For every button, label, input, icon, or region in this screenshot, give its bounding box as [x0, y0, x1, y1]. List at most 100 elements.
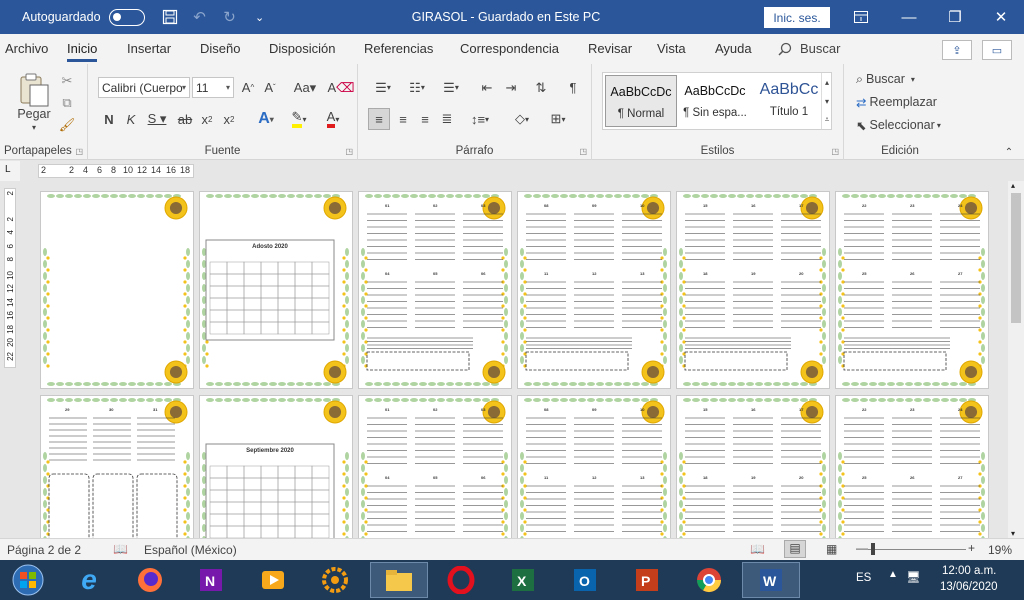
web-layout-icon[interactable]: ▦	[826, 542, 837, 556]
close-icon[interactable]: ✕	[978, 0, 1024, 34]
zoom-slider[interactable]	[868, 549, 966, 550]
replace-button[interactable]: ⇄ Reemplazar	[856, 92, 952, 112]
firefox-icon[interactable]	[121, 562, 179, 598]
chrome-icon[interactable]	[680, 562, 738, 598]
bullets-icon[interactable]: ☰ ▾	[368, 77, 398, 98]
clear-formatting-icon[interactable]: A ⌫	[327, 77, 354, 98]
vertical-ruler[interactable]: 2 2 4 6 8 10 12 14 16 18 20 22	[4, 188, 16, 368]
tab-revisar[interactable]: Revisar	[588, 41, 632, 56]
show-hidden-icons-icon[interactable]: ▲	[888, 569, 898, 580]
outlook-icon[interactable]: O	[556, 562, 614, 598]
multilevel-list-icon[interactable]: ☰ ▾	[436, 77, 466, 98]
document-page[interactable]: 08 09 10 11 12 13	[518, 396, 670, 538]
font-launcher-icon[interactable]: ◳	[345, 147, 353, 156]
print-layout-icon[interactable]: ▤	[784, 540, 806, 558]
tab-ayuda[interactable]: Ayuda	[715, 41, 752, 56]
collapse-ribbon-icon[interactable]: ⌃	[1002, 146, 1016, 158]
redo-icon[interactable]: ↻	[215, 0, 245, 34]
opera-icon[interactable]	[432, 562, 490, 598]
text-effects-icon[interactable]: A ▾	[252, 108, 280, 130]
styles-scroll-down-icon[interactable]: ▾	[821, 92, 832, 111]
copy-icon[interactable]: ⧉	[58, 94, 76, 112]
style-normal[interactable]: AaBbCcDc ¶ Normal	[605, 75, 677, 127]
strikethrough-icon[interactable]: ab	[176, 108, 194, 130]
document-page[interactable]: 15 16 17 18 19 20	[677, 192, 829, 388]
minimize-icon[interactable]: —	[886, 0, 932, 34]
document-page[interactable]: Adosto 2020	[200, 192, 352, 388]
read-mode-icon[interactable]: 📖	[750, 542, 765, 556]
file-explorer-icon[interactable]	[370, 562, 428, 598]
align-right-icon[interactable]: ≡	[414, 108, 436, 130]
tab-vista[interactable]: Vista	[657, 41, 686, 56]
paste-icon[interactable]	[14, 70, 54, 110]
document-page[interactable]: Septiembre 2020	[200, 396, 352, 538]
proofing-icon[interactable]: 📖	[113, 542, 128, 556]
select-button[interactable]: ⬉ Seleccionar ▾	[856, 115, 956, 135]
format-painter-icon[interactable]: 🖌	[58, 116, 76, 134]
scrollbar-thumb[interactable]	[1011, 193, 1021, 323]
settings-app-icon[interactable]	[306, 562, 364, 598]
tab-archivo[interactable]: Archivo	[5, 41, 48, 56]
clock-date[interactable]: 13/06/2020	[940, 581, 998, 593]
autosave-toggle[interactable]	[108, 8, 145, 26]
document-canvas[interactable]: Adosto 2020 01 02 03 04 05 06 08 09 10 11 12 13 15 16 1…	[20, 181, 1008, 538]
comments-icon[interactable]: ▭	[982, 40, 1012, 60]
tab-inicio[interactable]: Inicio	[67, 41, 98, 62]
italic-icon[interactable]: K	[122, 108, 140, 130]
horizontal-ruler[interactable]: 2 2 4 6 8 10 12 14 16 18	[38, 164, 194, 178]
internet-explorer-icon[interactable]: e	[60, 562, 118, 598]
document-page[interactable]: 01 02 03 04 05 06	[359, 192, 511, 388]
styles-launcher-icon[interactable]: ◳	[831, 147, 839, 156]
show-formatting-icon[interactable]: ¶	[562, 77, 584, 98]
signin-button[interactable]: Inic. ses.	[764, 7, 830, 28]
onenote-icon[interactable]: N	[182, 562, 240, 598]
document-page[interactable]: 29 30 31	[41, 396, 193, 538]
increase-indent-icon[interactable]: ⇥	[500, 77, 522, 98]
shrink-font-icon[interactable]: Aˇ	[260, 77, 280, 98]
document-page[interactable]: 01 02 03 04 05 06	[359, 396, 511, 538]
network-icon[interactable]: 🖥	[906, 570, 921, 584]
ribbon-display-options-icon[interactable]	[838, 0, 884, 34]
grow-font-icon[interactable]: A ^	[238, 77, 258, 98]
tab-disposicion[interactable]: Disposición	[269, 41, 335, 56]
undo-icon[interactable]: ↶	[185, 0, 215, 34]
tab-diseno[interactable]: Diseño	[200, 41, 240, 56]
style-no-spacing[interactable]: AaBbCcDc ¶ Sin espa...	[679, 75, 751, 127]
tell-me-search[interactable]: Buscar	[778, 41, 840, 56]
subscript-icon[interactable]: x2	[198, 108, 216, 130]
style-heading-1[interactable]: AaBbCc Título 1	[753, 75, 825, 127]
paste-label[interactable]: Pegar	[10, 106, 58, 122]
restore-icon[interactable]: ❐	[932, 0, 978, 34]
styles-scroll-up-icon[interactable]: ▴	[821, 73, 832, 92]
powerpoint-icon[interactable]: P	[618, 562, 676, 598]
align-left-icon[interactable]: ≡	[368, 108, 390, 130]
scroll-down-icon[interactable]: ▾	[1011, 529, 1015, 538]
font-color-icon[interactable]: A ▾	[318, 108, 348, 130]
tab-insertar[interactable]: Insertar	[127, 41, 171, 56]
highlight-icon[interactable]: ✎ ▾	[284, 108, 314, 130]
word-icon[interactable]: W	[742, 562, 800, 598]
clock-time[interactable]: 12:00 a.m.	[942, 565, 996, 577]
borders-icon[interactable]: ⊞ ▾	[542, 108, 574, 130]
cut-icon[interactable]: ✂	[58, 72, 76, 90]
clipboard-launcher-icon[interactable]: ◳	[75, 147, 83, 156]
document-page[interactable]: 15 16 17 18 19 20	[677, 396, 829, 538]
page-count[interactable]: Página 2 de 2	[7, 543, 81, 557]
input-language[interactable]: ES	[856, 572, 871, 584]
zoom-in-icon[interactable]: +	[968, 541, 975, 555]
sort-icon[interactable]: ⇅	[530, 77, 552, 98]
start-button[interactable]	[2, 562, 54, 598]
tab-referencias[interactable]: Referencias	[364, 41, 433, 56]
tab-correspondencia[interactable]: Correspondencia	[460, 41, 559, 56]
document-page[interactable]: 22 23 24 25 26 27	[836, 396, 988, 538]
justify-icon[interactable]: ≣	[436, 108, 458, 130]
document-page[interactable]: 08 09 10 11 12 13	[518, 192, 670, 388]
save-icon[interactable]	[155, 0, 185, 34]
document-page[interactable]	[41, 192, 193, 388]
document-page[interactable]: 22 23 24 25 26 27	[836, 192, 988, 388]
superscript-icon[interactable]: x2	[220, 108, 238, 130]
underline-icon[interactable]: S ▾	[144, 108, 170, 130]
paragraph-launcher-icon[interactable]: ◳	[579, 147, 587, 156]
numbering-icon[interactable]: ☷ ▾	[402, 77, 432, 98]
vertical-scrollbar[interactable]: ▴ ▾	[1008, 181, 1024, 538]
